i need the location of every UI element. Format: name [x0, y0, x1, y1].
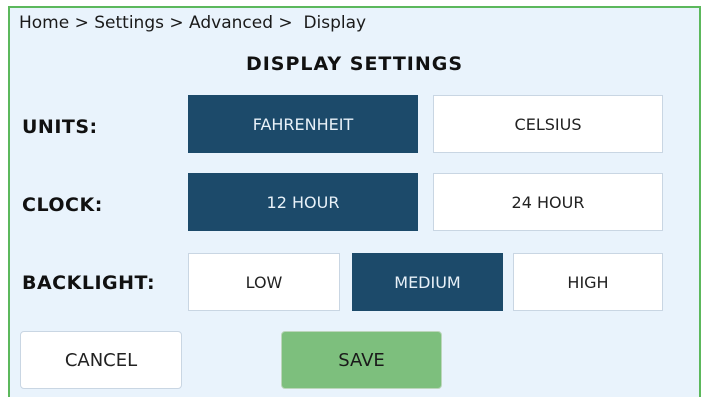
cancel-button[interactable]: CANCEL — [20, 331, 182, 389]
clock-label: CLOCK: — [22, 194, 103, 216]
backlight-medium-option[interactable]: MEDIUM — [352, 253, 503, 311]
units-celsius-option[interactable]: CELSIUS — [433, 95, 663, 153]
units-label: UNITS: — [22, 116, 98, 138]
units-fahrenheit-option[interactable]: FAHRENHEIT — [188, 95, 418, 153]
backlight-low-option[interactable]: LOW — [188, 253, 340, 311]
clock-24-hour-option[interactable]: 24 HOUR — [433, 173, 663, 231]
backlight-label: BACKLIGHT: — [22, 272, 156, 294]
display-settings-screen: Home > Settings > Advanced > Display DIS… — [8, 6, 701, 397]
clock-12-hour-option[interactable]: 12 HOUR — [188, 173, 418, 231]
save-button[interactable]: SAVE — [281, 331, 442, 389]
page-title: DISPLAY SETTINGS — [245, 53, 464, 75]
backlight-high-option[interactable]: HIGH — [513, 253, 663, 311]
breadcrumb: Home > Settings > Advanced > Display — [19, 13, 367, 33]
